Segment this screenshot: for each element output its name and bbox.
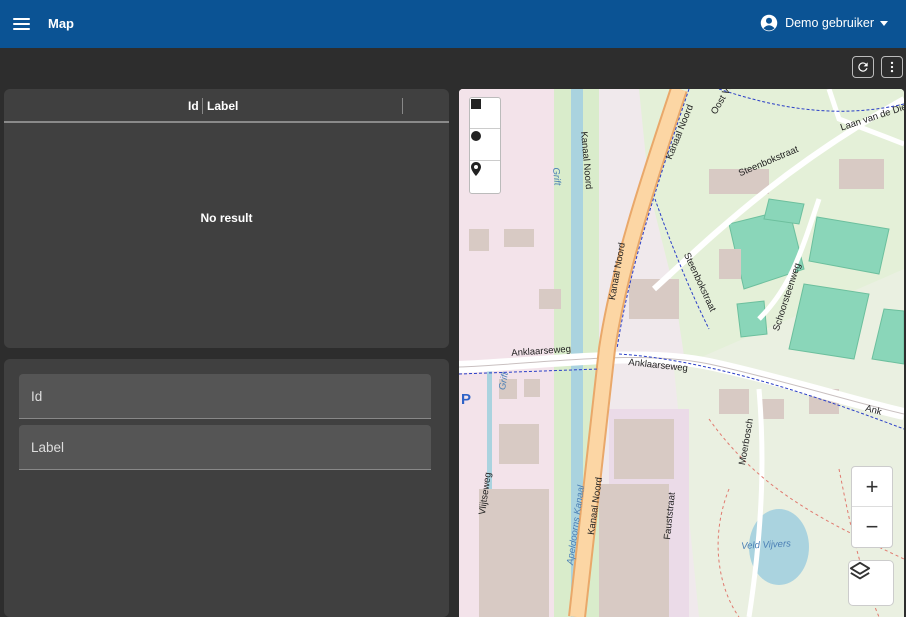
circle-icon [471,131,481,141]
layers-button[interactable] [848,560,894,606]
more-vertical-icon [890,61,894,73]
id-field[interactable]: Id [19,374,431,419]
menu-icon[interactable] [10,12,34,36]
refresh-button[interactable] [852,56,874,78]
draw-toolbar [469,97,501,194]
more-button[interactable] [881,56,903,78]
draw-rectangle-button[interactable] [470,98,500,129]
user-name: Demo gebruiker [785,16,874,30]
caret-down-icon [880,20,888,26]
draw-marker-button[interactable] [470,162,500,193]
results-table: Id Label No result [4,89,449,348]
marker-icon [471,162,481,176]
square-icon [471,99,481,109]
column-divider[interactable] [202,98,203,114]
empty-state-text: No result [200,211,253,225]
layers-icon [849,561,871,580]
table-header: Id Label [4,89,449,123]
map-label: Grift [550,167,563,186]
column-header-label[interactable]: Label [207,99,238,113]
page-title: Map [48,16,74,31]
refresh-icon [858,62,868,72]
label-field[interactable]: Label [19,425,431,470]
zoom-control: + − [851,466,893,548]
column-divider[interactable] [402,98,403,114]
zoom-out-button[interactable]: − [852,507,892,547]
user-menu[interactable]: Demo gebruiker [760,14,888,32]
map-view[interactable]: Kanaal Noord Kanaal Noord Kanaal Noord K… [459,89,904,617]
parking-symbol: P [461,391,472,408]
zoom-in-button[interactable]: + [852,467,892,507]
detail-form: Id Label [4,359,449,617]
column-header-id[interactable]: Id [188,99,199,113]
draw-circle-button[interactable] [470,130,500,161]
account-circle-icon [760,14,778,32]
app-bar: Map Demo gebruiker [0,0,906,48]
